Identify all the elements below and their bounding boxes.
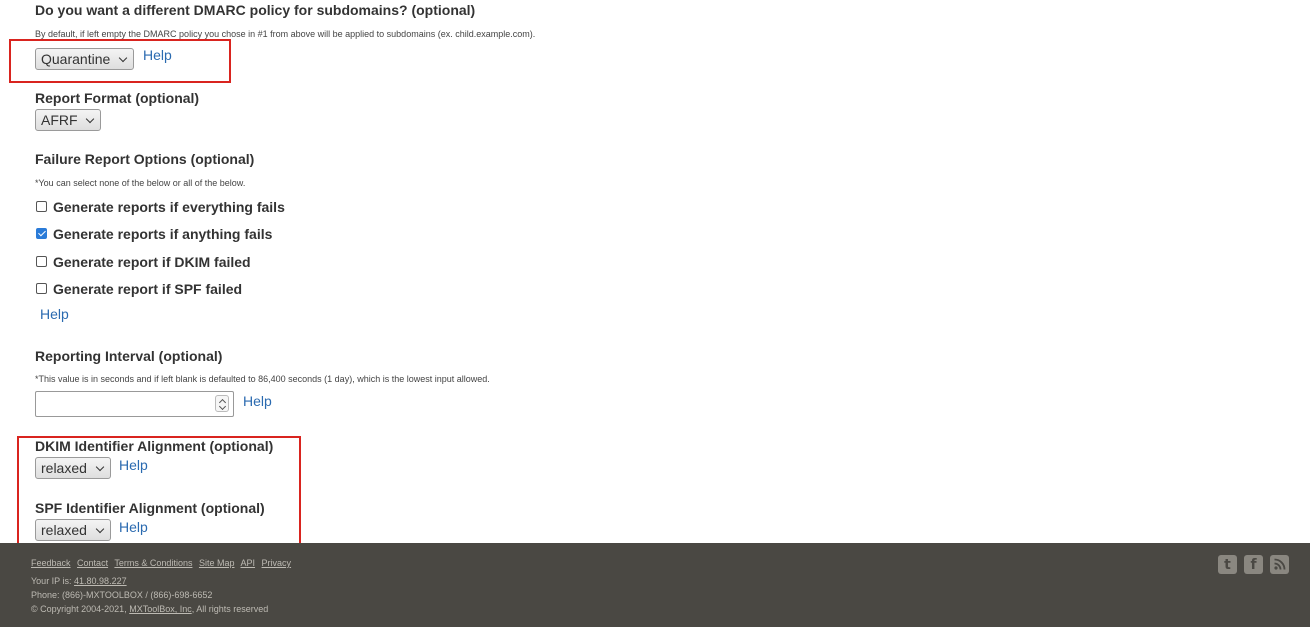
checkbox-dkim-failed[interactable] [36,256,47,267]
subdomain-policy-title: Do you want a different DMARC policy for… [35,2,476,18]
site-footer: Feedback Contact Terms & Conditions Site… [0,543,1310,627]
rss-icon-svg [1274,558,1286,570]
subdomain-policy-note: By default, if left empty the DMARC poli… [35,29,536,39]
footer-link-api[interactable]: API [241,558,256,568]
checkbox-everything-fails[interactable] [36,201,47,212]
report-format-title: Report Format (optional) [35,90,200,106]
checkbox-label-everything-fails: Generate reports if everything fails [53,199,285,215]
reporting-interval-title: Reporting Interval (optional) [35,348,223,364]
footer-link-sitemap[interactable]: Site Map [199,558,235,568]
footer-link-feedback[interactable]: Feedback [31,558,71,568]
footer-copyright: © Copyright 2004-2021, MXToolBox, Inc, A… [31,604,268,614]
number-spinner[interactable] [215,395,229,412]
highlight-box-alignment [17,436,301,545]
footer-links: Feedback Contact Terms & Conditions Site… [31,558,295,568]
checkbox-anything-fails[interactable] [36,228,47,239]
reporting-interval-help-link[interactable]: Help [243,393,272,409]
footer-link-privacy[interactable]: Privacy [262,558,292,568]
footer-link-terms[interactable]: Terms & Conditions [114,558,192,568]
report-format-select-value: AFRF [41,112,78,128]
checkbox-spf-failed[interactable] [36,283,47,294]
facebook-icon[interactable]: f [1244,555,1263,574]
footer-copyright-suffix: , All rights reserved [191,604,269,614]
checkbox-label-spf-failed: Generate report if SPF failed [53,281,243,297]
footer-phone: Phone: (866)-MXTOOLBOX / (866)-698-6652 [31,590,213,600]
checkbox-label-dkim-failed: Generate report if DKIM failed [53,254,251,270]
rss-icon[interactable] [1270,555,1289,574]
footer-company-link[interactable]: MXToolBox, Inc [129,604,192,614]
failure-options-title: Failure Report Options (optional) [35,151,255,167]
reporting-interval-note: *This value is in seconds and if left bl… [35,374,490,384]
reporting-interval-input[interactable] [35,391,234,417]
checkbox-label-anything-fails: Generate reports if anything fails [53,226,273,242]
chevron-down-icon [218,402,227,411]
failure-options-help-link[interactable]: Help [40,306,69,322]
twitter-icon[interactable]: t [1218,555,1237,574]
report-format-select[interactable]: AFRF [35,109,101,131]
footer-link-contact[interactable]: Contact [77,558,108,568]
footer-ip: Your IP is: 41.80.98.227 [31,576,127,586]
failure-options-note: *You can select none of the below or all… [35,178,246,188]
highlight-box-subdomain [9,39,231,83]
footer-copyright-prefix: © Copyright 2004-2021, [31,604,130,614]
footer-ip-label: Your IP is: [31,576,75,586]
chevron-down-icon [85,114,95,124]
footer-ip-link[interactable]: 41.80.98.227 [74,576,127,586]
